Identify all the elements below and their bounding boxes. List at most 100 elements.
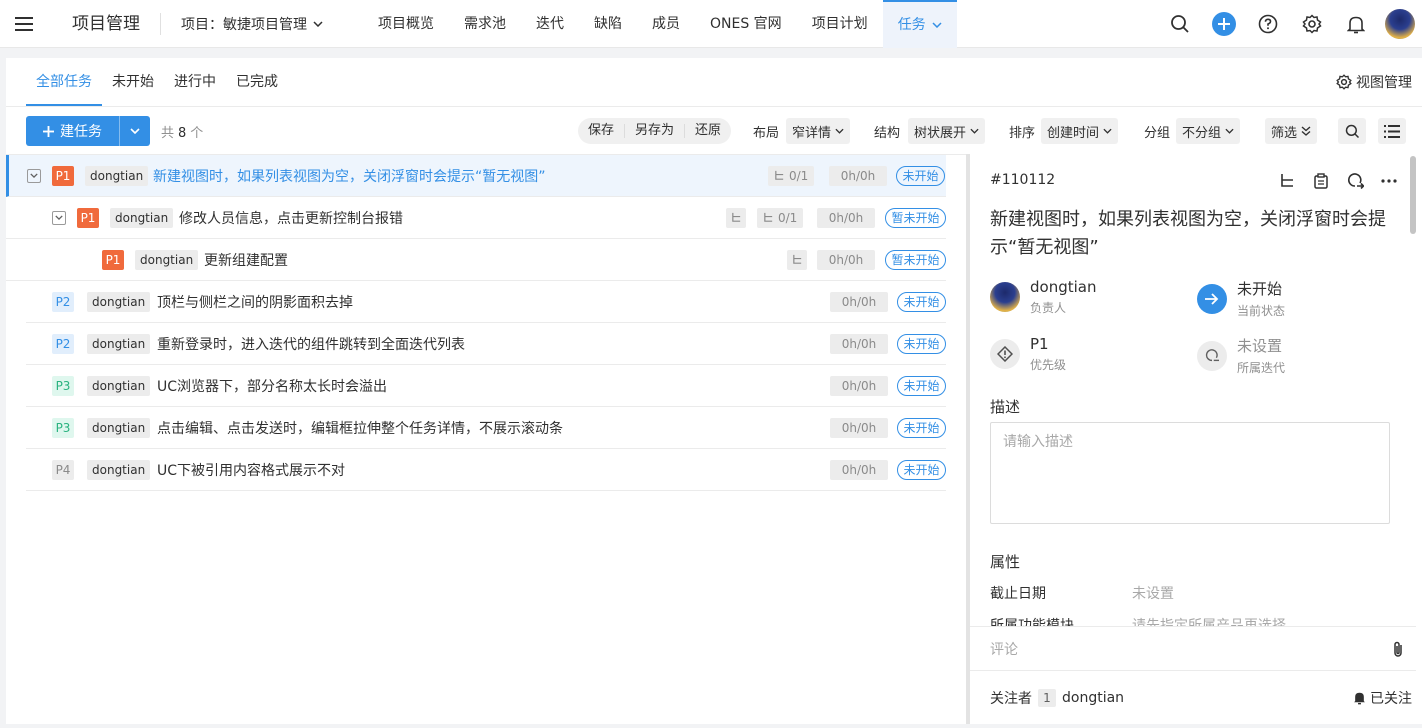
sort-select[interactable]: 创建时间 <box>1041 118 1119 144</box>
detail-scrollbar[interactable] <box>1410 154 1416 622</box>
status-badge[interactable]: 未开始 <box>896 165 945 186</box>
search-icon[interactable] <box>1158 0 1202 48</box>
subtab-not-started[interactable]: 未开始 <box>102 58 164 106</box>
collapse-toggle[interactable] <box>52 210 66 225</box>
time-estimate: 0h/0h <box>830 375 888 396</box>
structure-select[interactable]: 树状展开 <box>908 118 986 144</box>
status-badge[interactable]: 暂未开始 <box>885 249 946 270</box>
subtask-icon[interactable] <box>1276 170 1298 192</box>
status-badge[interactable]: 未开始 <box>897 459 946 480</box>
comment-input[interactable]: 评论 <box>970 626 1416 670</box>
status-badge[interactable]: 未开始 <box>897 333 946 354</box>
table-row[interactable]: P3 dongtian 点击编辑、点击发送时，编辑框拉伸整个任务详情，不展示滚动… <box>26 407 946 449</box>
chevron-down-icon <box>1225 128 1234 134</box>
restore-button[interactable]: 还原 <box>685 124 731 138</box>
status-badge[interactable]: 未开始 <box>897 417 946 438</box>
user-avatar[interactable] <box>1378 0 1422 48</box>
list-view-button[interactable] <box>1378 118 1406 144</box>
gear-icon[interactable] <box>1290 0 1334 48</box>
tab-defects[interactable]: 缺陷 <box>579 0 637 48</box>
copy-icon[interactable] <box>1310 170 1332 192</box>
group-select[interactable]: 不分组 <box>1176 118 1241 144</box>
tab-sprint[interactable]: 迭代 <box>521 0 579 48</box>
collapse-toggle[interactable] <box>27 168 41 183</box>
tab-plan[interactable]: 项目计划 <box>797 0 883 48</box>
subtab-done[interactable]: 已完成 <box>226 58 288 106</box>
subtab-all[interactable]: 全部任务 <box>26 58 102 106</box>
help-icon[interactable] <box>1246 0 1290 48</box>
task-title[interactable]: UC下被引用内容格式展示不对 <box>157 460 345 480</box>
due-date-value[interactable]: 未设置 <box>1132 583 1174 603</box>
app-title: 项目管理 <box>48 12 161 35</box>
task-title[interactable]: UC浏览器下，部分名称太长时会溢出 <box>157 376 387 396</box>
task-id: #110112 <box>990 172 1056 188</box>
sprint-field[interactable]: 未设置 所属迭代 <box>1197 335 1285 376</box>
task-count: 共8个 <box>161 122 203 141</box>
search-tasks-button[interactable] <box>1338 118 1366 144</box>
task-detail-title[interactable]: 新建视图时，如果列表视图为空，关闭浮窗时会提示“暂无视图” <box>990 206 1390 262</box>
create-task-dropdown[interactable] <box>120 128 150 134</box>
create-task-button: 建任务 <box>26 116 150 146</box>
menu-icon[interactable] <box>0 0 48 48</box>
table-row[interactable]: P2 dongtian 顶栏与侧栏之间的阴影面积去掉 0h/0h 未开始 <box>26 281 946 323</box>
follower-name[interactable]: dongtian <box>1062 690 1124 706</box>
assignee-field[interactable]: dongtian 负责人 <box>990 278 1096 316</box>
sort-value: 创建时间 <box>1047 125 1100 141</box>
subtab-in-progress[interactable]: 进行中 <box>164 58 226 106</box>
status-badge[interactable]: 未开始 <box>897 375 946 396</box>
table-row[interactable]: P1 dongtian 新建视图时，如果列表视图为空，关闭浮窗时会提示“暂无视图… <box>6 155 946 197</box>
chevron-down-icon <box>970 128 979 134</box>
add-subtask-button[interactable] <box>787 249 807 270</box>
save-button[interactable]: 保存 <box>578 124 626 138</box>
table-row[interactable]: P2 dongtian 重新登录时，进入迭代的组件跳转到全面迭代列表 0h/0h… <box>26 323 946 365</box>
subtask-icon <box>792 254 801 264</box>
time-estimate: 0h/0h <box>817 207 875 228</box>
task-title[interactable]: 顶栏与侧栏之间的阴影面积去掉 <box>157 292 353 312</box>
priority-field[interactable]: P1 优先级 <box>990 335 1066 373</box>
view-manage-button[interactable]: 视图管理 <box>1336 72 1412 92</box>
table-row[interactable]: P1 dongtian 修改人员信息，点击更新控制台报错 0/1 0h/0h 暂… <box>6 197 946 239</box>
sprint-icon[interactable] <box>1344 170 1366 192</box>
task-title[interactable]: 更新组建配置 <box>204 250 288 270</box>
description-input[interactable]: 请输入描述 <box>990 422 1390 524</box>
task-view-card: 全部任务 未开始 进行中 已完成 视图管理 建任务 共8个 保存 另存为 还原 … <box>6 58 1422 724</box>
table-row[interactable]: P3 dongtian UC浏览器下，部分名称太长时会溢出 0h/0h 未开始 <box>26 365 946 407</box>
more-icon[interactable] <box>1378 170 1400 192</box>
add-icon[interactable] <box>1202 0 1246 48</box>
tab-requirements[interactable]: 需求池 <box>449 0 521 48</box>
time-estimate: 0h/0h <box>830 291 888 312</box>
count-value: 8 <box>178 126 187 141</box>
priority-badge: P1 <box>52 165 74 186</box>
add-subtask-button[interactable] <box>726 207 746 228</box>
attributes-heading: 属性 <box>990 553 1021 571</box>
task-title[interactable]: 修改人员信息，点击更新控制台报错 <box>179 208 403 228</box>
time-estimate: 0h/0h <box>830 417 888 438</box>
task-title[interactable]: 新建视图时，如果列表视图为空，关闭浮窗时会提示“暂无视图” <box>153 166 546 186</box>
tab-ones-site[interactable]: ONES 官网 <box>695 0 797 48</box>
project-selector[interactable]: 项目：敏捷项目管理 <box>161 14 363 34</box>
layout-select[interactable]: 窄详情 <box>786 118 851 144</box>
status-badge[interactable]: 暂未开始 <box>885 207 946 228</box>
paperclip-icon[interactable] <box>1392 641 1404 658</box>
tab-overview[interactable]: 项目概览 <box>363 0 449 48</box>
priority-badge: P3 <box>52 375 74 396</box>
subtask-count-value: 0/1 <box>778 210 798 225</box>
create-task-main[interactable]: 建任务 <box>26 116 120 146</box>
owner-tag: dongtian <box>87 291 151 312</box>
time-estimate: 0h/0h <box>830 333 888 354</box>
toolbar: 建任务 共8个 保存 另存为 还原 布局 窄详情 结构 树状展开 排序 创建时间 <box>26 116 1416 146</box>
task-title[interactable]: 重新登录时，进入迭代的组件跳转到全面迭代列表 <box>157 334 465 354</box>
table-row[interactable]: P4 dongtian UC下被引用内容格式展示不对 0h/0h 未开始 <box>26 449 946 491</box>
follow-toggle[interactable]: 已关注 <box>1353 688 1412 708</box>
status-badge[interactable]: 未开始 <box>897 291 946 312</box>
chevron-down-icon <box>835 128 844 134</box>
tab-tasks[interactable]: 任务 <box>882 0 957 48</box>
bell-icon[interactable] <box>1334 0 1378 48</box>
tab-members[interactable]: 成员 <box>637 0 695 48</box>
save-as-button[interactable]: 另存为 <box>625 124 686 138</box>
table-row[interactable]: P1 dongtian 更新组建配置 0h/0h 暂未开始 <box>6 239 946 281</box>
status-field[interactable]: 未开始 当前状态 <box>1197 278 1285 319</box>
filter-button[interactable]: 筛选 <box>1265 118 1318 144</box>
group-label: 分组 <box>1144 126 1171 141</box>
task-title[interactable]: 点击编辑、点击发送时，编辑框拉伸整个任务详情，不展示滚动条 <box>157 418 563 438</box>
